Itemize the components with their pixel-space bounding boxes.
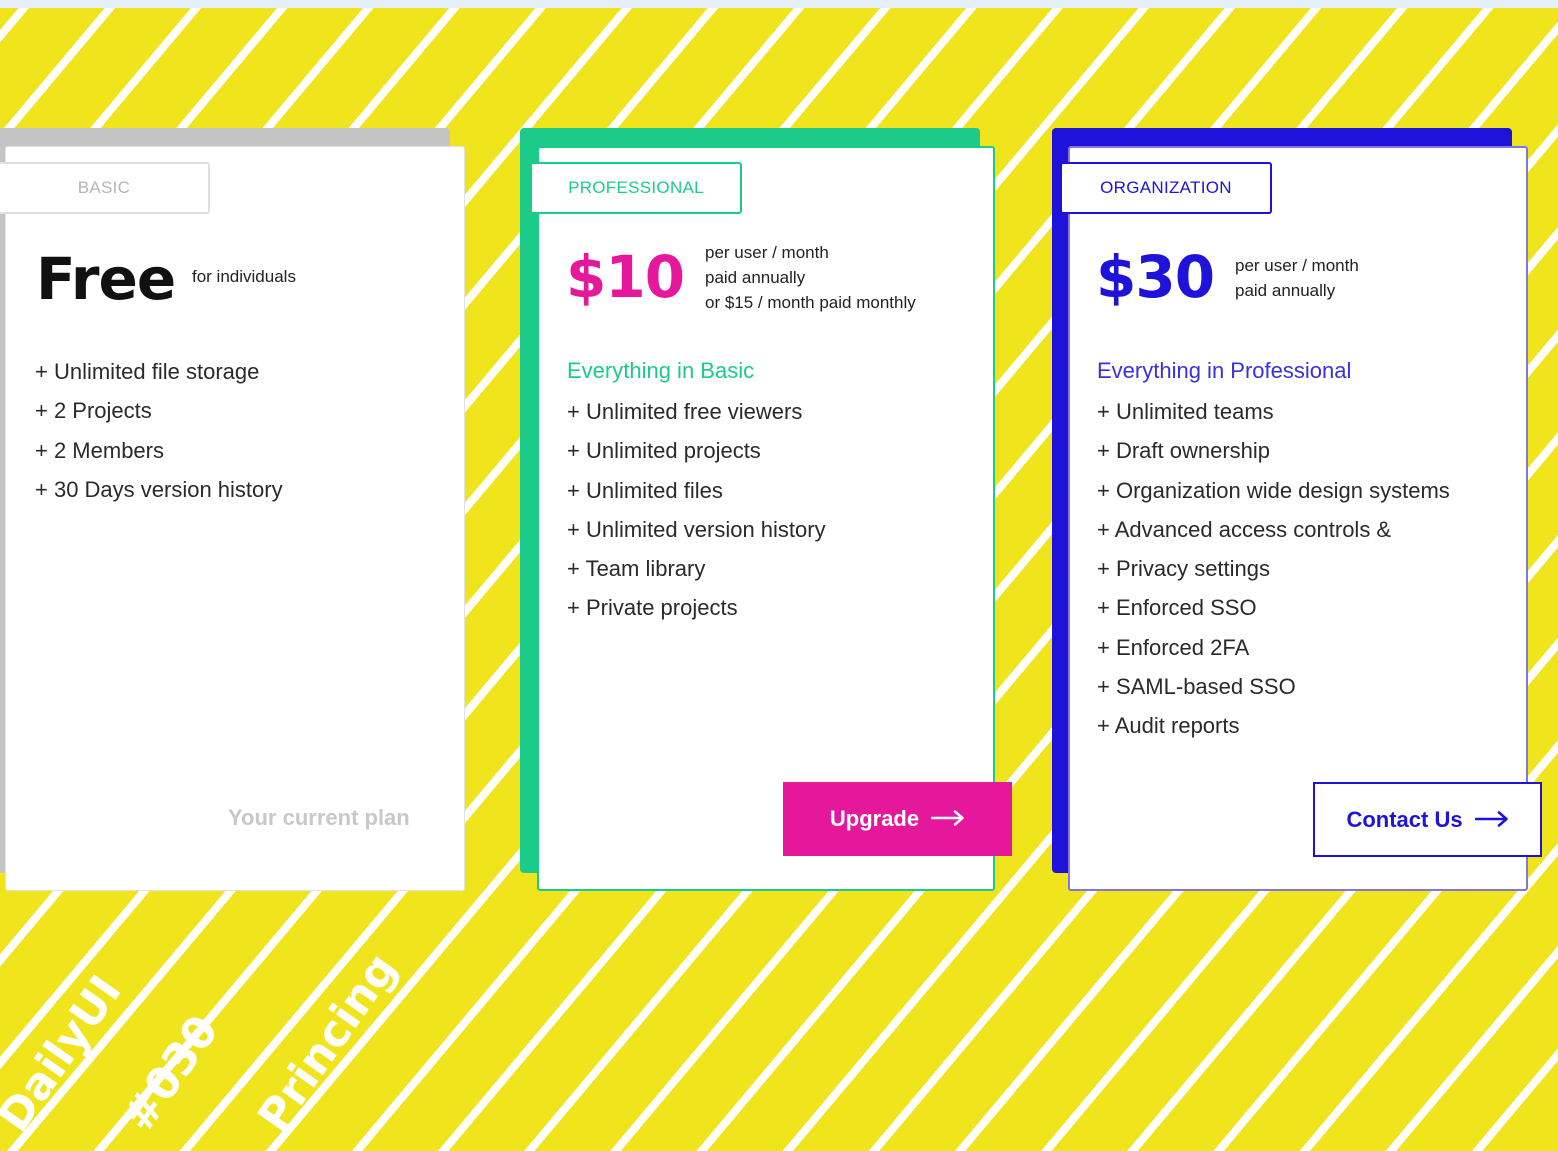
professional-section-label: Everything in Basic bbox=[567, 358, 755, 383]
stamp-word-dailyui: DailyUI bbox=[0, 966, 132, 1141]
organization-plan-price: $30 bbox=[1096, 243, 1215, 311]
feature-item: + Advanced access controls & bbox=[1097, 516, 1392, 542]
feature-item: + 2 Projects bbox=[35, 398, 152, 424]
price-note-line: paid annually bbox=[1235, 281, 1336, 300]
professional-plan-tag: PROFESSIONAL bbox=[530, 162, 742, 214]
professional-feature-list: + Unlimited free viewers + Unlimited pro… bbox=[567, 392, 826, 628]
upgrade-button-label: Upgrade bbox=[829, 806, 920, 831]
organization-section-label: Everything in Professional bbox=[1097, 358, 1352, 383]
feature-item: + Enforced 2FA bbox=[1097, 634, 1250, 660]
arrow-right-icon bbox=[1474, 807, 1509, 833]
basic-plan-price-note: for individuals bbox=[192, 267, 296, 286]
top-bar bbox=[0, 0, 1558, 8]
feature-item: + 30 Days version history bbox=[35, 476, 283, 502]
organization-plan-price-note: per user / month paid annually bbox=[1235, 253, 1359, 303]
feature-item: + Privacy settings bbox=[1097, 556, 1271, 582]
upgrade-button[interactable]: Upgrade bbox=[783, 782, 1012, 856]
price-note-line: per user / month bbox=[1235, 256, 1359, 275]
feature-item: + Unlimited free viewers bbox=[567, 399, 803, 424]
professional-plan-price: $10 bbox=[566, 243, 685, 311]
feature-item: + Unlimited file storage bbox=[35, 359, 260, 384]
feature-item: + Unlimited projects bbox=[567, 438, 761, 464]
feature-item: + 2 Members bbox=[35, 437, 164, 463]
feature-item: + SAML-based SSO bbox=[1097, 674, 1296, 700]
contact-us-button[interactable]: Contact Us bbox=[1313, 782, 1542, 857]
contact-us-button-label: Contact Us bbox=[1346, 806, 1463, 832]
feature-item: + Audit reports bbox=[1097, 713, 1240, 739]
stamp-word-pricing: Princing bbox=[248, 944, 408, 1141]
feature-item: + Team library bbox=[567, 556, 706, 582]
feature-item: + Unlimited files bbox=[567, 477, 723, 503]
organization-plan-tag: ORGANIZATION bbox=[1060, 162, 1272, 214]
basic-feature-list: + Unlimited file storage + 2 Projects + … bbox=[35, 352, 283, 509]
feature-item: + Unlimited teams bbox=[1097, 399, 1274, 424]
basic-plan-tag: BASIC bbox=[0, 162, 210, 214]
price-note-line: per user / month bbox=[705, 243, 829, 262]
feature-item: + Enforced SSO bbox=[1097, 595, 1257, 621]
feature-item: + Draft ownership bbox=[1097, 438, 1271, 464]
price-note-line: or $15 / month paid monthly bbox=[705, 293, 916, 312]
professional-plan-price-note: per user / month paid annually or $15 / … bbox=[705, 240, 916, 315]
arrow-right-icon bbox=[930, 806, 965, 832]
basic-plan-price: Free bbox=[36, 245, 176, 313]
feature-item: + Private projects bbox=[567, 595, 738, 621]
feature-item: + Unlimited version history bbox=[567, 516, 826, 542]
organization-feature-list: + Unlimited teams + Draft ownership + Or… bbox=[1097, 392, 1450, 746]
price-note-line: paid annually bbox=[705, 268, 806, 287]
pricing-page: BASIC Free for individuals + Unlimited f… bbox=[0, 0, 1558, 1151]
current-plan-label: Your current plan bbox=[228, 805, 410, 830]
feature-item: + Organization wide design systems bbox=[1097, 477, 1450, 503]
stamp-word-number: #030 bbox=[113, 1006, 229, 1141]
